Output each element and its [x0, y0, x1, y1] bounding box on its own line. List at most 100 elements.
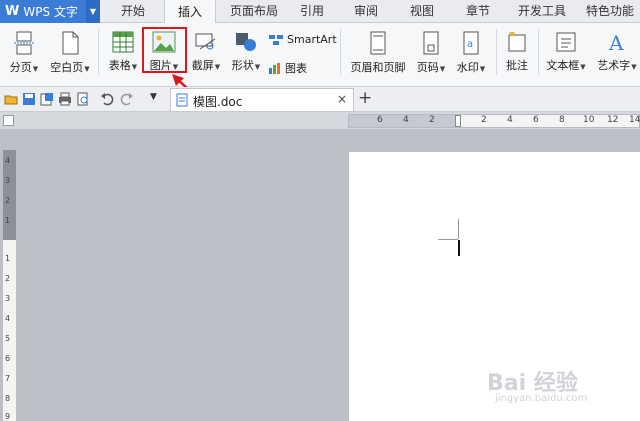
blank-page-label: 空白页	[50, 61, 84, 74]
screenshot-label: 截屏	[191, 59, 214, 72]
tab-review[interactable]: 审阅	[344, 0, 388, 22]
tab-page-layout[interactable]: 页面布局	[222, 0, 286, 22]
divider	[496, 29, 497, 75]
vertical-ruler[interactable]: 4 3 2 1 1 2 3 4 5 6 7 8 9	[3, 150, 16, 421]
new-tab-button[interactable]: +	[358, 88, 372, 108]
text-cursor	[458, 240, 460, 256]
save-icon[interactable]	[22, 92, 36, 106]
tab-view[interactable]: 视图	[400, 0, 444, 22]
wordart-icon: A	[608, 31, 624, 53]
page-break-label: 分页	[9, 61, 32, 74]
ruler-tick: 6	[533, 115, 539, 125]
tab-section[interactable]: 章节	[456, 0, 500, 22]
ruler-tick: 5	[5, 334, 11, 343]
margin-crop-mark	[458, 219, 459, 239]
ruler-tick: 3	[5, 294, 11, 303]
comment-label: 批注	[506, 59, 528, 72]
tab-features[interactable]: 特色功能	[580, 0, 640, 22]
ruler-tick: 1	[5, 254, 11, 263]
app-menu-button[interactable]: W WPS 文字 ▼	[0, 0, 100, 23]
ruler-tick: 6	[377, 115, 383, 125]
smartart-label: SmartArt	[287, 33, 337, 46]
textbox-icon	[556, 32, 576, 52]
table-label: 表格	[108, 59, 131, 72]
ribbon: 分页▼ 空白页▼ 表格▼ 图片▼ 截屏▼ 形状▼ SmartArt 图表 页眉和…	[0, 23, 640, 87]
indent-marker[interactable]	[455, 115, 461, 127]
svg-text:A: A	[608, 31, 624, 53]
ruler-tick: 1	[5, 216, 11, 225]
ruler-toggle-icon[interactable]	[3, 115, 14, 126]
blank-page-button[interactable]: 空白页▼	[48, 31, 92, 75]
ruler-tick: 4	[403, 115, 409, 125]
smartart-icon	[269, 34, 283, 45]
baidu-watermark-url: jingyan.baidu.com	[495, 393, 588, 404]
horizontal-ruler[interactable]: 6 4 2 2 4 6 8 10 12 14	[348, 114, 640, 128]
ruler-tick: 4	[5, 156, 11, 165]
shapes-button[interactable]: 形状▼	[228, 31, 264, 73]
ruler-tick: 8	[5, 394, 11, 403]
textbox-label: 文本框	[546, 59, 580, 72]
chart-button[interactable]: 图表	[268, 60, 307, 76]
ruler-tick: 9	[5, 412, 11, 421]
app-title: WPS 文字	[23, 5, 78, 19]
ruler-tick: 8	[559, 115, 565, 125]
ruler-tick: 14	[629, 115, 640, 125]
picture-highlight-box	[142, 27, 187, 73]
doc-file-icon	[176, 93, 188, 107]
margin-crop-mark	[438, 239, 458, 240]
page-number-label: 页码	[416, 61, 439, 74]
watermark-icon: a	[463, 31, 479, 55]
textbox-button[interactable]: 文本框▼	[543, 31, 589, 73]
print-icon[interactable]	[58, 92, 72, 106]
header-footer-button[interactable]: 页眉和页脚	[348, 31, 408, 75]
header-footer-icon	[370, 31, 386, 55]
header-footer-label: 页眉和页脚	[350, 61, 406, 74]
chart-icon	[269, 63, 280, 74]
redo-icon[interactable]	[120, 92, 134, 106]
ruler-tick: 4	[507, 115, 513, 125]
document-tab[interactable]: 模图.doc ×	[170, 88, 354, 111]
tab-references[interactable]: 引用	[290, 0, 334, 22]
ruler-tick: 2	[5, 196, 11, 205]
ruler-tick: 4	[5, 314, 11, 323]
close-tab-icon[interactable]: ×	[337, 92, 347, 106]
document-tab-title: 模图.doc	[193, 95, 243, 109]
shapes-icon	[236, 33, 256, 51]
wordart-label: 艺术字	[597, 59, 631, 72]
smartart-button[interactable]: SmartArt	[268, 33, 337, 46]
ruler-tick: 2	[429, 115, 435, 125]
tab-insert[interactable]: 插入	[164, 0, 216, 23]
ruler-tick: 10	[583, 115, 595, 125]
shapes-label: 形状	[231, 59, 254, 72]
page-number-button[interactable]: 页码▼	[412, 31, 450, 75]
page-break-button[interactable]: 分页▼	[6, 31, 42, 75]
undo-icon[interactable]	[100, 92, 114, 106]
comment-icon	[508, 32, 526, 52]
chevron-down-icon[interactable]: ▼	[86, 0, 100, 23]
screenshot-button[interactable]: 截屏▼	[188, 31, 224, 73]
ruler-tick: 7	[5, 374, 11, 383]
watermark-label: 水印	[456, 61, 479, 74]
svg-text:a: a	[467, 39, 473, 50]
divider	[98, 29, 99, 75]
save-as-icon[interactable]	[40, 92, 54, 106]
tab-developer[interactable]: 开发工具	[510, 0, 574, 22]
comment-button[interactable]: 批注	[500, 31, 534, 73]
page-number-icon	[423, 31, 439, 55]
customize-toolbar-icon[interactable]: ▼	[150, 92, 157, 102]
table-button[interactable]: 表格▼	[104, 31, 142, 73]
ruler-tick: 2	[5, 274, 11, 283]
print-preview-icon[interactable]	[76, 92, 90, 106]
screenshot-icon	[195, 33, 216, 50]
wps-logo-icon: W	[5, 4, 20, 19]
ruler-tick: 2	[481, 115, 487, 125]
wordart-button[interactable]: A 艺术字▼	[594, 31, 640, 73]
blank-page-icon	[62, 31, 79, 55]
open-folder-icon[interactable]	[4, 92, 18, 106]
watermark-button[interactable]: a 水印▼	[452, 31, 490, 75]
ruler-tick: 12	[607, 115, 619, 125]
ruler-tick: 6	[5, 354, 11, 363]
tab-home[interactable]: 开始	[108, 0, 158, 22]
divider	[538, 29, 539, 75]
ruler-tick: 3	[5, 176, 11, 185]
